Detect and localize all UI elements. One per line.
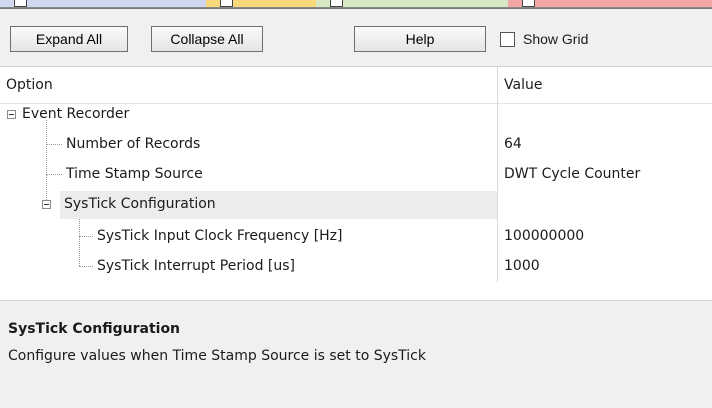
row-value[interactable]: DWT Cycle Counter xyxy=(504,166,640,182)
tab-checkbox xyxy=(330,0,343,7)
value-column-header[interactable]: Value xyxy=(504,77,542,93)
help-button[interactable]: Help xyxy=(354,26,486,52)
tab-strip xyxy=(0,0,712,16)
tree-row-event-recorder[interactable]: Event Recorder xyxy=(0,100,712,130)
expand-all-button[interactable]: Expand All xyxy=(10,26,128,52)
row-value[interactable]: 64 xyxy=(504,136,522,152)
tree-row-systick-input-clock-frequency[interactable]: SysTick Input Clock Frequency [Hz] 10000… xyxy=(0,222,712,252)
row-label: SysTick Input Clock Frequency [Hz] xyxy=(97,228,343,244)
row-label: Time Stamp Source xyxy=(66,166,203,182)
grid-header: Option Value xyxy=(0,67,712,104)
row-label: SysTick Configuration xyxy=(64,196,216,212)
tab-checkbox xyxy=(522,0,535,7)
tree-row-systick-configuration[interactable]: SysTick Configuration xyxy=(0,190,712,220)
tab-4[interactable] xyxy=(508,0,712,8)
tab-3[interactable] xyxy=(316,0,508,8)
row-label: Event Recorder xyxy=(22,106,130,122)
tab-1[interactable] xyxy=(0,0,206,8)
row-value[interactable]: 1000 xyxy=(504,258,540,274)
tab-checkbox xyxy=(220,0,233,7)
toolbar: Expand All Collapse All Help Show Grid xyxy=(0,16,712,67)
description-text: Configure values when Time Stamp Source … xyxy=(8,348,426,364)
show-grid-label: Show Grid xyxy=(523,31,589,47)
tab-strip-border xyxy=(0,8,712,9)
show-grid-checkbox[interactable]: Show Grid xyxy=(500,31,588,47)
option-column-header[interactable]: Option xyxy=(6,77,53,93)
collapse-all-button[interactable]: Collapse All xyxy=(151,26,263,52)
row-label: Number of Records xyxy=(66,136,201,152)
row-value[interactable]: 100000000 xyxy=(504,228,584,244)
row-label: SysTick Interrupt Period [us] xyxy=(97,258,295,274)
checkbox-icon xyxy=(500,31,515,47)
tree-row-systick-interrupt-period[interactable]: SysTick Interrupt Period [us] 1000 xyxy=(0,252,712,282)
tab-checkbox xyxy=(14,0,27,7)
tree-row-time-stamp-source[interactable]: Time Stamp Source DWT Cycle Counter xyxy=(0,160,712,190)
description-panel: SysTick Configuration Configure values w… xyxy=(0,300,712,408)
collapse-icon[interactable] xyxy=(42,200,51,209)
collapse-icon[interactable] xyxy=(7,110,16,119)
tree-row-number-of-records[interactable]: Number of Records 64 xyxy=(0,130,712,160)
description-title: SysTick Configuration xyxy=(8,321,181,337)
tab-2[interactable] xyxy=(206,0,316,8)
